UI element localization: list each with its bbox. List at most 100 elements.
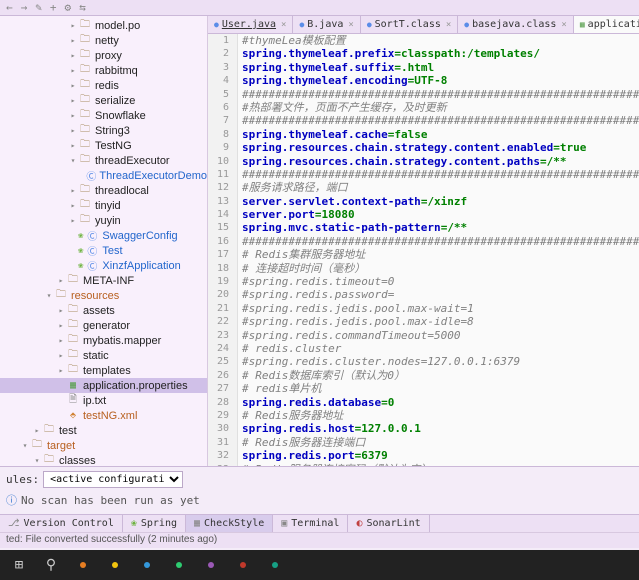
sync-icon[interactable]: ⇆ (79, 1, 86, 14)
tool-tab-spring[interactable]: ❀Spring (123, 515, 186, 532)
expand-arrow-icon[interactable] (20, 441, 30, 450)
tree-item-assets[interactable]: 🗀assets (0, 303, 207, 318)
editor-tabs: ●User.java×●B.java×●SortT.class×●basejav… (208, 16, 639, 34)
editor-tab[interactable]: ●SortT.class× (361, 16, 458, 33)
tree-item-mybatis-mapper[interactable]: 🗀mybatis.mapper (0, 333, 207, 348)
expand-arrow-icon[interactable] (68, 51, 78, 60)
editor-tab[interactable]: ●basejava.class× (458, 16, 574, 33)
tree-item-target[interactable]: 🗀target (0, 438, 207, 453)
tree-item-rabbitmq[interactable]: 🗀rabbitmq (0, 63, 207, 78)
tree-item-generator[interactable]: 🗀generator (0, 318, 207, 333)
close-icon[interactable]: × (446, 20, 451, 30)
editor-tab[interactable]: ●User.java× (208, 16, 293, 33)
expand-arrow-icon[interactable] (68, 81, 78, 90)
add-icon[interactable]: + (50, 1, 57, 14)
tool-tab-version-control[interactable]: ⎇Version Control (0, 515, 123, 532)
expand-arrow-icon[interactable] (68, 186, 78, 195)
tool-tab-label: CheckStyle (204, 518, 264, 529)
tool-tab-checkstyle[interactable]: ▦CheckStyle (186, 515, 273, 532)
tree-item-netty[interactable]: 🗀netty (0, 33, 207, 48)
folder-icon: 🗀 (78, 95, 92, 107)
tree-label: redis (95, 80, 119, 92)
expand-arrow-icon[interactable] (56, 366, 66, 375)
app-icon[interactable] (164, 553, 194, 577)
expand-arrow-icon[interactable] (68, 141, 78, 150)
expand-arrow-icon[interactable] (68, 216, 78, 225)
tree-item-xinzfapplication[interactable]: ❀ⒸXinzfApplication (0, 258, 207, 273)
folder-icon: 🗀 (66, 305, 80, 317)
app-icon[interactable] (68, 553, 98, 577)
tree-item-snowflake[interactable]: 🗀Snowflake (0, 108, 207, 123)
app-icon[interactable] (132, 553, 162, 577)
tree-item-redis[interactable]: 🗀redis (0, 78, 207, 93)
app-icon[interactable] (196, 553, 226, 577)
expand-arrow-icon[interactable] (56, 351, 66, 360)
editor-tab[interactable]: ▦application.properties× (574, 16, 639, 33)
tree-item-proxy[interactable]: 🗀proxy (0, 48, 207, 63)
close-icon[interactable]: × (561, 20, 566, 30)
app-icon[interactable] (100, 553, 130, 577)
edit-icon[interactable]: ✎ (35, 1, 42, 14)
settings-icon[interactable]: ⚙ (65, 1, 72, 14)
tree-item-threadlocal[interactable]: 🗀threadlocal (0, 183, 207, 198)
expand-arrow-icon[interactable] (68, 111, 78, 120)
editor-tab[interactable]: ●B.java× (293, 16, 360, 33)
folder-icon: 🗀 (78, 35, 92, 47)
expand-arrow-icon[interactable] (56, 276, 66, 285)
tree-item-model-po[interactable]: 🗀model.po (0, 18, 207, 33)
tool-tab-icon: ⎇ (8, 518, 20, 529)
expand-arrow-icon[interactable] (68, 21, 78, 30)
tree-item-testng[interactable]: 🗀TestNG (0, 138, 207, 153)
tree-item-yuyin[interactable]: 🗀yuyin (0, 213, 207, 228)
folder-icon: 🗀 (66, 365, 80, 377)
tree-item-testng-xml[interactable]: ⬘testNG.xml (0, 408, 207, 423)
app-icon[interactable] (260, 553, 290, 577)
start-icon[interactable]: ⊞ (4, 553, 34, 577)
folder-icon: 🗀 (54, 290, 68, 302)
close-icon[interactable]: × (281, 20, 286, 30)
tree-item-classes[interactable]: 🗀classes (0, 453, 207, 466)
tree-item-meta-inf[interactable]: 🗀META-INF (0, 273, 207, 288)
expand-arrow-icon[interactable] (68, 156, 78, 165)
rules-dropdown[interactable]: <active configuration> (43, 471, 183, 488)
expand-arrow-icon[interactable] (44, 291, 54, 300)
xml-icon: ⬘ (66, 410, 80, 422)
expand-arrow-icon[interactable] (56, 336, 66, 345)
tree-item-templates[interactable]: 🗀templates (0, 363, 207, 378)
nav-fwd-icon[interactable]: → (21, 1, 28, 14)
app-icon[interactable] (228, 553, 258, 577)
tree-item-test[interactable]: 🗀test (0, 423, 207, 438)
tree-item-ip-txt[interactable]: 🗎ip.txt (0, 393, 207, 408)
nav-back-icon[interactable]: ← (6, 1, 13, 14)
tree-item-resources[interactable]: 🗀resources (0, 288, 207, 303)
tree-item-swaggerconfig[interactable]: ❀ⒸSwaggerConfig (0, 228, 207, 243)
expand-arrow-icon[interactable] (68, 96, 78, 105)
expand-arrow-icon[interactable] (56, 306, 66, 315)
tree-item-threadexecutor[interactable]: 🗀threadExecutor (0, 153, 207, 168)
tree-label: Test (102, 245, 122, 257)
expand-arrow-icon[interactable] (32, 456, 42, 465)
tool-window-tabs: ⎇Version Control❀Spring▦CheckStyle▣Termi… (0, 514, 639, 532)
folder-icon: 🗀 (66, 275, 80, 287)
folder-icon: 🗀 (42, 425, 56, 437)
expand-arrow-icon[interactable] (68, 36, 78, 45)
tree-item-test[interactable]: ❀ⒸTest (0, 243, 207, 258)
expand-arrow-icon[interactable] (56, 321, 66, 330)
folder-icon: 🗀 (78, 215, 92, 227)
tree-item-tinyid[interactable]: 🗀tinyid (0, 198, 207, 213)
expand-arrow-icon[interactable] (32, 426, 42, 435)
code-content[interactable]: #thymeLea模板配置spring.thymeleaf.prefix=cla… (238, 34, 639, 466)
tree-item-application-properties[interactable]: ▦application.properties (0, 378, 207, 393)
tool-tab-terminal[interactable]: ▣Terminal (273, 515, 348, 532)
tree-item-static[interactable]: 🗀static (0, 348, 207, 363)
tree-item-string3[interactable]: 🗀String3 (0, 123, 207, 138)
close-icon[interactable]: × (348, 20, 353, 30)
expand-arrow-icon[interactable] (68, 66, 78, 75)
expand-arrow-icon[interactable] (68, 201, 78, 210)
expand-arrow-icon[interactable] (68, 126, 78, 135)
tree-item-threadexecutordemo[interactable]: ⒸThreadExecutorDemo (0, 168, 207, 183)
tree-item-serialize[interactable]: 🗀serialize (0, 93, 207, 108)
tool-tab-sonarlint[interactable]: ◐SonarLint (348, 515, 429, 532)
search-icon[interactable]: ⚲ (36, 553, 66, 577)
tree-label: threadlocal (95, 185, 149, 197)
